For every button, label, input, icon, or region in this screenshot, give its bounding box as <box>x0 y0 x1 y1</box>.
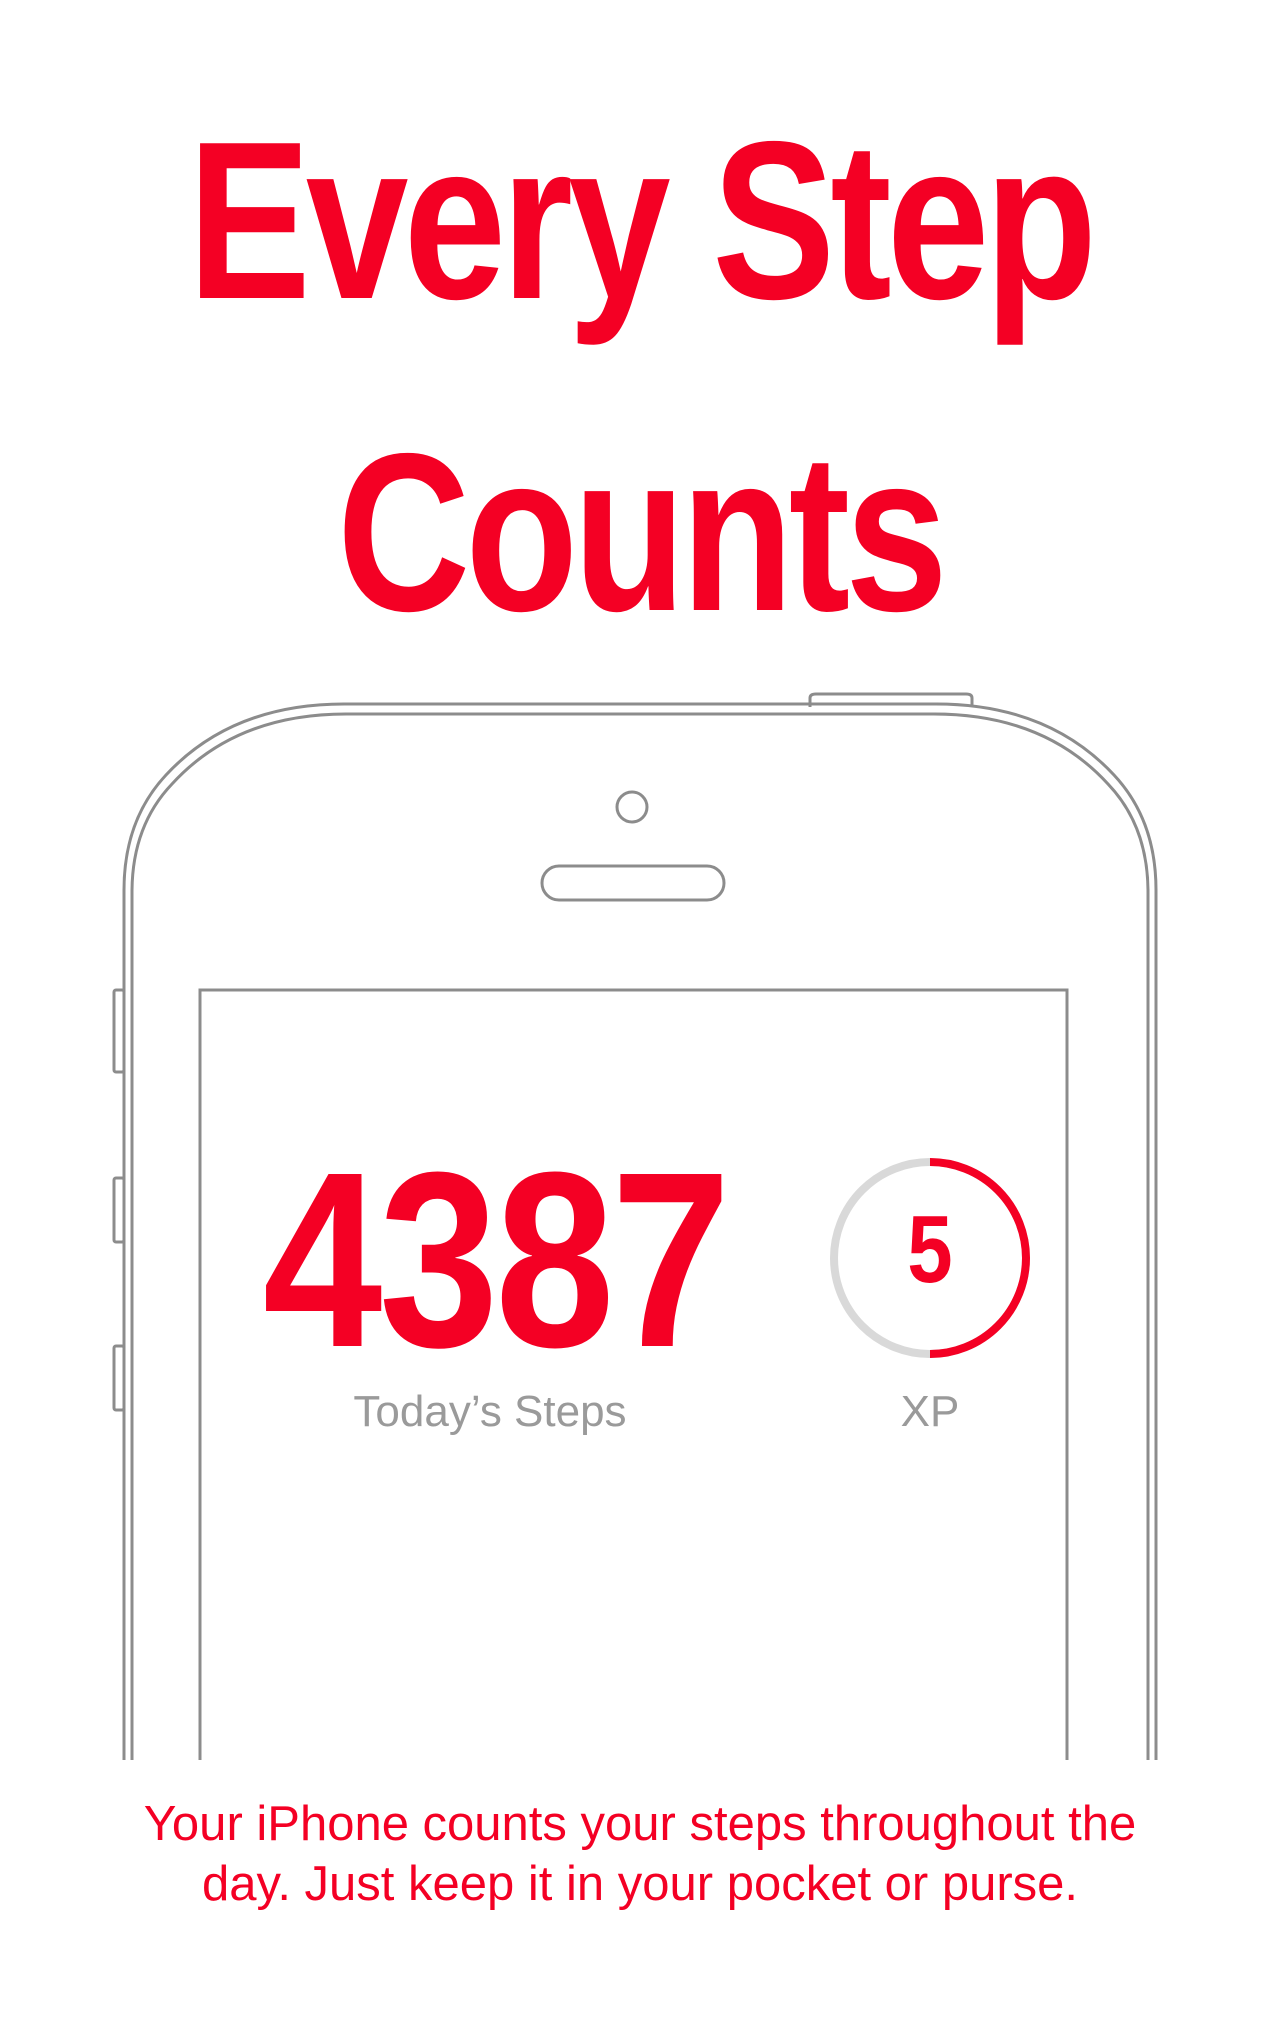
earpiece-speaker <box>540 864 726 902</box>
caption-line-1: Your iPhone counts your steps throughout… <box>143 1797 1137 1851</box>
volume-down-button <box>112 1344 126 1412</box>
xp-value: 5 <box>907 1196 953 1303</box>
volume-up-button <box>112 1176 126 1244</box>
caption-line-2: day. Just keep it in your pocket or purs… <box>201 1857 1079 1911</box>
step-count-label: Today’s Steps <box>353 1387 627 1436</box>
step-count-value: 4387 <box>262 1120 731 1399</box>
front-camera <box>615 790 649 824</box>
mute-switch <box>112 988 126 1074</box>
xp-label: XP <box>900 1387 960 1436</box>
iphone-outline-illustration <box>112 692 1158 1760</box>
